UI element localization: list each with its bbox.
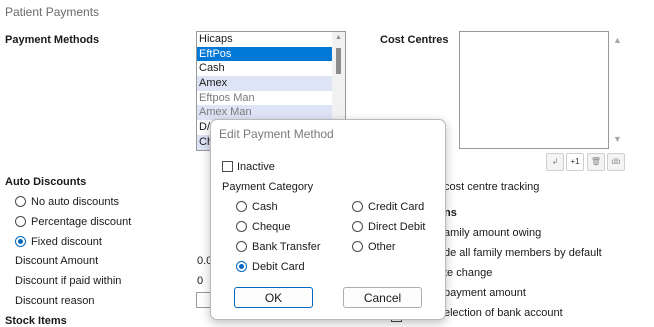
cash-radio[interactable] — [236, 201, 247, 212]
bank-account-selection-label: election of bank account — [444, 307, 563, 319]
credit-card-radio[interactable] — [352, 201, 363, 212]
discount-paid-within-input[interactable]: 0 — [197, 275, 203, 287]
cost-centres-label: Cost Centres — [380, 34, 449, 46]
back-icon[interactable]: ↲ — [546, 153, 564, 171]
payment-amount-label: payment amount — [444, 287, 526, 299]
discount-paid-within-label: Discount if paid within — [15, 275, 122, 287]
payment-method-item-selected[interactable]: EftPos — [197, 46, 345, 62]
percentage-discount-radio[interactable] — [15, 216, 26, 227]
direct-debit-label: Direct Debit — [368, 221, 426, 233]
edit-payment-method-dialog: Edit Payment Method Inactive Payment Cat… — [210, 119, 446, 320]
inactive-checkbox[interactable] — [222, 161, 233, 172]
ok-button[interactable]: OK — [234, 287, 313, 308]
discount-reason-label: Discount reason — [15, 295, 95, 307]
payment-method-item[interactable]: Cash — [197, 61, 345, 76]
cancel-button[interactable]: Cancel — [343, 287, 422, 308]
percentage-discount-label: Percentage discount — [31, 216, 132, 228]
credit-card-label: Credit Card — [368, 201, 425, 213]
debit-card-radio[interactable] — [236, 261, 247, 272]
include-family-members-label: de all family members by default — [444, 247, 602, 259]
cheque-label: Cheque — [252, 221, 291, 233]
cheque-radio[interactable] — [236, 221, 247, 232]
payment-category-label: Payment Category — [222, 181, 314, 193]
scroll-up-icon[interactable]: ▲ — [613, 35, 622, 45]
direct-debit-radio[interactable] — [352, 221, 363, 232]
rate-change-label: te change — [444, 267, 493, 279]
payment-method-item[interactable]: Eftpos Man — [197, 91, 345, 106]
fixed-discount-radio[interactable] — [15, 236, 26, 247]
other-radio[interactable] — [352, 241, 363, 252]
payment-method-item[interactable]: Amex — [197, 76, 345, 91]
inactive-label: Inactive — [237, 161, 275, 173]
cost-centres-list[interactable] — [459, 31, 609, 149]
no-auto-discounts-label: No auto discounts — [31, 196, 120, 208]
delete-icon[interactable]: 🗑 — [587, 153, 605, 171]
other-label: Other — [368, 241, 396, 253]
window-title: Patient Payments — [5, 5, 100, 19]
cost-centre-tracking-label: cost centre tracking — [444, 181, 540, 193]
payment-method-item[interactable]: Amex Man — [197, 105, 345, 121]
dialog-title: Edit Payment Method — [219, 127, 334, 141]
scrollbar-thumb[interactable] — [336, 48, 341, 74]
debit-card-label: Debit Card — [252, 261, 305, 273]
auto-discounts-label: Auto Discounts — [5, 176, 87, 188]
cash-label: Cash — [252, 201, 278, 213]
no-auto-discounts-radio[interactable] — [15, 196, 26, 207]
fixed-discount-label: Fixed discount — [31, 236, 102, 248]
payment-method-item[interactable]: Hicaps — [197, 32, 345, 47]
db-icon[interactable]: db — [607, 153, 625, 171]
scroll-up-icon[interactable]: ▲ — [335, 34, 342, 41]
scroll-down-icon[interactable]: ▼ — [613, 134, 622, 144]
plus-one-icon[interactable]: +1 — [566, 153, 584, 171]
bank-transfer-radio[interactable] — [236, 241, 247, 252]
payment-methods-label: Payment Methods — [5, 34, 100, 46]
discount-amount-label: Discount Amount — [15, 255, 99, 267]
bank-transfer-label: Bank Transfer — [252, 241, 321, 253]
family-amount-owing-label: amily amount owing — [444, 227, 542, 239]
stock-items-label: Stock Items — [5, 315, 67, 327]
